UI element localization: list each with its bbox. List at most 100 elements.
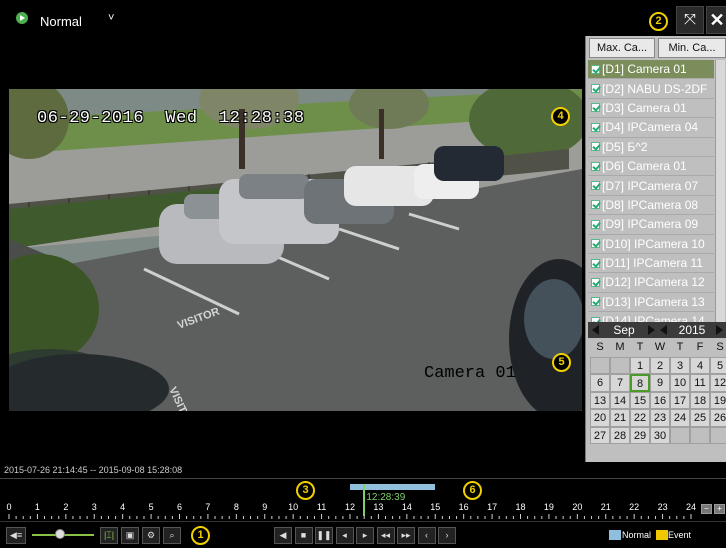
calendar-day[interactable]: 11 (690, 374, 710, 392)
calendar-day[interactable]: 7 (610, 374, 630, 392)
max-camera-button[interactable]: Max. Ca... (589, 38, 655, 58)
calendar-day[interactable]: 16 (650, 391, 670, 409)
calendar-day[interactable]: 15 (630, 391, 650, 409)
digital-zoom-icon[interactable]: ⌕ (163, 527, 181, 544)
volume-icon[interactable]: ◀≡ (6, 527, 26, 544)
camera-list-item[interactable]: [D4] IPCamera 04 (588, 118, 714, 138)
next-segment-button[interactable]: › (438, 527, 456, 544)
calendar-day[interactable]: 12 (710, 374, 726, 392)
camera-list-item[interactable]: [D5] Б^2 (588, 138, 714, 157)
calendar-day[interactable]: 25 (690, 409, 710, 427)
calendar-day[interactable]: 2 (650, 356, 670, 374)
camera-checkbox[interactable] (591, 239, 600, 249)
camera-list-item[interactable]: [D8] IPCamera 08 (588, 196, 714, 216)
camera-list-item[interactable]: [D11] IPCamera 11 (588, 254, 714, 274)
video-playback-view[interactable]: VISITOR VISITOR 06-29-2016 Wed 12:28:38 … (9, 89, 582, 411)
camera-list-item-label: [D12] IPCamera 12 (602, 275, 705, 290)
camera-list-item[interactable]: [D1] Camera 01 (588, 60, 714, 80)
calendar-day[interactable]: 3 (670, 356, 690, 374)
slow-forward-button[interactable]: ◂ (335, 527, 354, 544)
camera-checkbox[interactable] (591, 161, 600, 171)
camera-list-item[interactable]: [D13] IPCamera 13 (588, 293, 714, 313)
settings-gear-icon[interactable]: ⚙ (142, 527, 160, 544)
camera-checkbox[interactable] (591, 103, 600, 113)
calendar-empty-cell (690, 426, 710, 444)
calendar-day[interactable]: 17 (670, 391, 690, 409)
playback-mode-label[interactable]: Normal (40, 14, 82, 29)
camera-checkbox[interactable] (591, 258, 600, 268)
calendar-day[interactable]: 21 (610, 409, 630, 427)
calendar-day[interactable]: 9 (650, 374, 670, 392)
camera-checkbox[interactable] (591, 84, 600, 94)
prev-year-arrow-icon[interactable] (660, 325, 667, 335)
timeline-hour-label: 17 (487, 502, 498, 512)
calendar-day[interactable]: 14 (610, 391, 630, 409)
next-month-arrow-icon[interactable] (648, 325, 655, 335)
min-camera-button[interactable]: Min. Ca... (658, 38, 726, 58)
reverse-play-button[interactable]: ◀ (274, 527, 292, 544)
camera-checkbox[interactable] (591, 181, 600, 191)
play-mode-icon[interactable] (16, 12, 28, 24)
stop-button[interactable]: ■ (294, 527, 313, 544)
calendar-day[interactable]: 29 (630, 426, 650, 444)
camera-checkbox[interactable] (591, 219, 600, 229)
callout-badge-6: 6 (463, 481, 482, 500)
fast-forward-button[interactable]: ▸▸ (397, 527, 415, 544)
snapshot-icon[interactable]: ▣ (121, 527, 139, 544)
camera-checkbox[interactable] (591, 200, 600, 210)
close-button[interactable]: ✕ (706, 6, 726, 34)
zoom-out-button[interactable]: − (701, 504, 712, 514)
calendar-day[interactable]: 8 (630, 374, 650, 392)
clip-icon[interactable]: |⌶| (100, 527, 118, 544)
calendar-day[interactable]: 4 (690, 356, 710, 374)
prev-segment-button[interactable]: ‹ (417, 527, 436, 544)
calendar-day[interactable]: 22 (630, 409, 650, 427)
timeline-hour-label: 19 (543, 502, 554, 512)
callout-badge-3: 3 (296, 481, 315, 500)
timeline-hour-label: 7 (205, 502, 211, 512)
camera-list-scrollbar[interactable] (715, 60, 725, 353)
timeline-cursor[interactable] (363, 484, 366, 516)
calendar-week-row: 6 7 8 9 10 11 12 (590, 374, 726, 392)
camera-list-item[interactable]: [D10] IPCamera 10 (588, 235, 714, 254)
timeline-hour-label: 16 (458, 502, 469, 512)
calendar-day[interactable]: 1 (630, 356, 650, 374)
timeline-hour-label: 20 (572, 502, 583, 512)
step-forward-button[interactable]: ▸ (356, 527, 374, 544)
camera-checkbox[interactable] (591, 64, 600, 74)
calendar-day[interactable]: 13 (590, 391, 610, 409)
pause-button[interactable]: ❚❚ (315, 527, 333, 544)
rewind-button[interactable]: ◂◂ (376, 527, 395, 544)
calendar-day[interactable]: 6 (590, 374, 610, 392)
calendar-day[interactable]: 19 (710, 391, 726, 409)
chevron-down-icon[interactable]: ˅ (108, 12, 114, 24)
calendar-day[interactable]: 5 (710, 356, 726, 374)
calendar-day[interactable]: 24 (670, 409, 690, 427)
next-year-arrow-icon[interactable] (716, 325, 723, 335)
calendar-day[interactable]: 23 (650, 409, 670, 427)
camera-checkbox[interactable] (591, 122, 600, 132)
calendar-day[interactable]: 20 (590, 409, 610, 427)
camera-list-item[interactable]: [D9] IPCamera 09 (588, 215, 714, 235)
camera-checkbox[interactable] (591, 277, 600, 287)
timeline-cursor-time: 12:28:39 (366, 492, 406, 503)
camera-list-item[interactable]: [D7] IPCamera 07 (588, 176, 714, 196)
camera-checkbox[interactable] (591, 142, 600, 152)
zoom-in-button[interactable]: + (714, 504, 725, 514)
calendar-day[interactable]: 10 (670, 374, 690, 392)
camera-list-item[interactable]: [D12] IPCamera 12 (588, 273, 714, 293)
prev-month-arrow-icon[interactable] (592, 325, 599, 335)
camera-list-item[interactable]: [D6] Camera 01 (588, 157, 714, 177)
camera-list-item-label: [D3] Camera 01 (602, 100, 687, 115)
calendar-day[interactable]: 18 (690, 391, 710, 409)
calendar-day[interactable]: 30 (650, 426, 670, 444)
camera-list-item[interactable]: [D2] NABU DS-2DF (588, 79, 714, 99)
camera-checkbox[interactable] (591, 297, 600, 307)
volume-slider-thumb[interactable] (54, 529, 65, 539)
calendar-day[interactable]: 27 (590, 426, 610, 444)
calendar-empty-cell (710, 426, 726, 444)
calendar-day[interactable]: 28 (610, 426, 630, 444)
camera-list-item[interactable]: [D3] Camera 01 (588, 99, 714, 119)
fullscreen-button[interactable]: ⤧ (676, 6, 704, 34)
calendar-day[interactable]: 26 (710, 409, 726, 427)
